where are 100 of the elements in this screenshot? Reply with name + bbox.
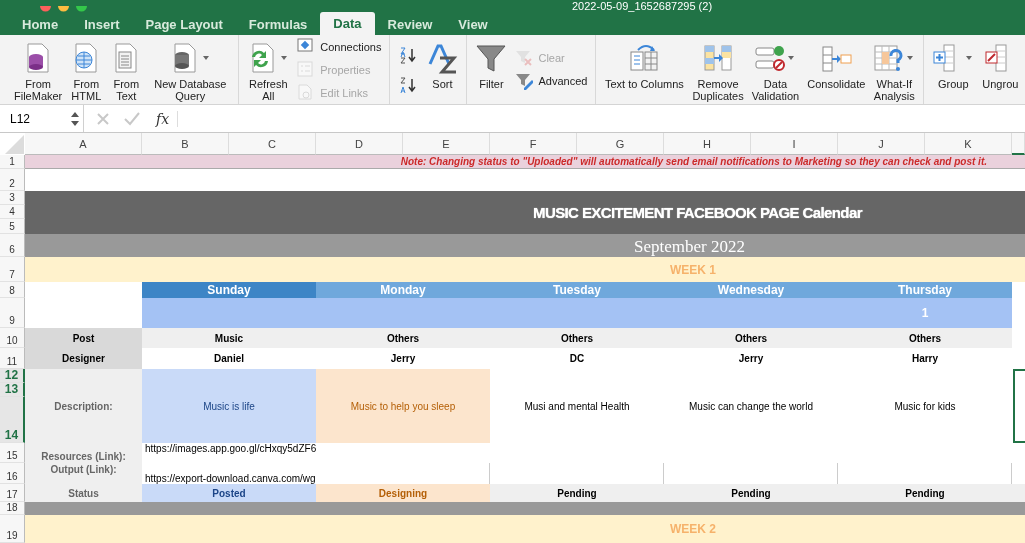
ribbon-tab[interactable]: Page Layout: [132, 14, 236, 35]
row-header[interactable]: 12: [0, 369, 25, 383]
ribbon-button[interactable]: Remove Duplicates: [690, 35, 746, 104]
row-label: Post: [25, 328, 142, 348]
row-header[interactable]: 7: [0, 257, 25, 282]
ribbon-button[interactable]: Group: [930, 35, 977, 104]
day-header: Thursday: [838, 282, 1012, 298]
properties-icon: [297, 60, 316, 79]
row-header[interactable]: 15: [0, 443, 25, 463]
column-header[interactable]: H: [664, 133, 751, 155]
name-box[interactable]: L12: [0, 105, 84, 132]
filter-icon: [475, 42, 508, 74]
name-box-value: L12: [10, 111, 31, 126]
empty-cell: [1012, 484, 1025, 502]
caret-icon: [786, 55, 797, 61]
sort-ascending-icon[interactable]: [399, 45, 418, 64]
ribbon-button[interactable]: Data Validation: [749, 35, 802, 104]
caret-icon: [905, 55, 916, 61]
check-icon[interactable]: [124, 111, 140, 126]
clear-filter-icon: [515, 49, 534, 67]
ribbon-button[interactable]: Text to Columns: [602, 35, 687, 104]
caret-icon: [964, 55, 975, 61]
ribbon-tab[interactable]: Review: [374, 14, 446, 35]
ribbon-button[interactable]: Filter: [473, 35, 510, 104]
remove-duplicates-icon: [702, 42, 735, 74]
ribbon-button[interactable]: Consolidate: [805, 35, 868, 104]
row-label: Output (Link):: [25, 463, 142, 484]
row-header[interactable]: 6: [0, 234, 25, 257]
caret-icon: [279, 55, 290, 61]
stepper-icon[interactable]: [71, 110, 79, 127]
row-header[interactable]: 4: [0, 205, 25, 219]
week-banner: WEEK 1: [25, 257, 1025, 282]
day-header: Sunday: [142, 282, 316, 298]
status-cell: Designing: [316, 484, 490, 502]
table-cell: Others: [490, 328, 664, 348]
sort-icon: [426, 42, 459, 74]
row-header[interactable]: 9: [0, 298, 25, 328]
window-control-icon[interactable]: [76, 6, 87, 12]
advanced-filter-icon: [515, 72, 534, 90]
cancel-icon[interactable]: [96, 111, 110, 126]
description-cell: Music to help you sleep: [316, 369, 490, 443]
row-header[interactable]: 5: [0, 219, 25, 234]
row-header[interactable]: 3: [0, 191, 25, 205]
row-header[interactable]: 13: [0, 383, 25, 397]
row-header[interactable]: 14: [0, 397, 25, 443]
ribbon-tab[interactable]: Data: [320, 12, 375, 35]
ribbon-button[interactable]: New Database Query: [148, 35, 233, 104]
ribbon-button[interactable]: From HTML: [68, 35, 105, 104]
window-control-icon[interactable]: [58, 6, 69, 12]
row-header[interactable]: 2: [0, 169, 25, 191]
ribbon-tab[interactable]: Formulas: [235, 14, 321, 35]
column-header[interactable]: I: [751, 133, 838, 155]
ribbon-tab[interactable]: Insert: [71, 14, 133, 35]
text-to-columns-icon: [628, 42, 661, 74]
row-header[interactable]: 11: [0, 348, 25, 369]
row-header[interactable]: 17: [0, 484, 25, 502]
row-label: Designer: [25, 348, 142, 369]
row-header[interactable]: 10: [0, 328, 25, 348]
column-header[interactable]: J: [838, 133, 925, 155]
table-cell: Music: [142, 328, 316, 348]
ribbon-tab[interactable]: View: [445, 14, 501, 35]
column-header[interactable]: D: [316, 133, 403, 155]
row-header[interactable]: 1: [0, 155, 25, 169]
ribbon-button[interactable]: Ungrou: [980, 35, 1021, 104]
day-header: Monday: [316, 282, 490, 298]
ribbon-tab[interactable]: Home: [9, 14, 72, 35]
caret-icon: [201, 55, 212, 61]
row-header[interactable]: 18: [0, 502, 25, 515]
table-cell: Others: [664, 328, 838, 348]
column-header[interactable]: E: [403, 133, 490, 155]
ribbon-button[interactable]: What-If Analysis: [871, 35, 918, 104]
function-button[interactable]: fx: [152, 110, 179, 127]
sort-descending-icon[interactable]: [399, 75, 418, 94]
ribbon-button[interactable]: Sort: [424, 35, 461, 104]
column-header[interactable]: A: [25, 133, 142, 155]
column-header[interactable]: B: [142, 133, 229, 155]
row-label: Description:: [25, 369, 142, 443]
column-header[interactable]: C: [229, 133, 316, 155]
column-header[interactable]: K: [925, 133, 1012, 155]
status-cell: Pending: [838, 484, 1012, 502]
date-number: 1: [920, 305, 930, 322]
column-header[interactable]: F: [490, 133, 577, 155]
column-header[interactable]: G: [577, 133, 664, 155]
row-header[interactable]: 19: [0, 515, 25, 543]
day-header: Wednesday: [664, 282, 838, 298]
ribbon-button[interactable]: From Text: [108, 35, 145, 104]
status-cell: Pending: [664, 484, 838, 502]
column-header[interactable]: [1012, 133, 1025, 155]
day-header: Tuesday: [490, 282, 664, 298]
month-banner: September 2022: [25, 234, 1025, 257]
ribbon-button[interactable]: Advanced: [513, 72, 590, 90]
status-cell: Posted: [142, 484, 316, 502]
ribbon-button[interactable]: Refresh All: [245, 35, 292, 104]
description-cell: Music is life: [142, 369, 316, 443]
window-control-icon[interactable]: [40, 6, 51, 12]
ribbon-button[interactable]: Connections: [295, 37, 384, 56]
row-header[interactable]: 16: [0, 463, 25, 484]
row-header[interactable]: 8: [0, 282, 25, 298]
ribbon-button[interactable]: From FileMaker: [12, 35, 65, 104]
table-cell: Others: [838, 328, 1012, 348]
